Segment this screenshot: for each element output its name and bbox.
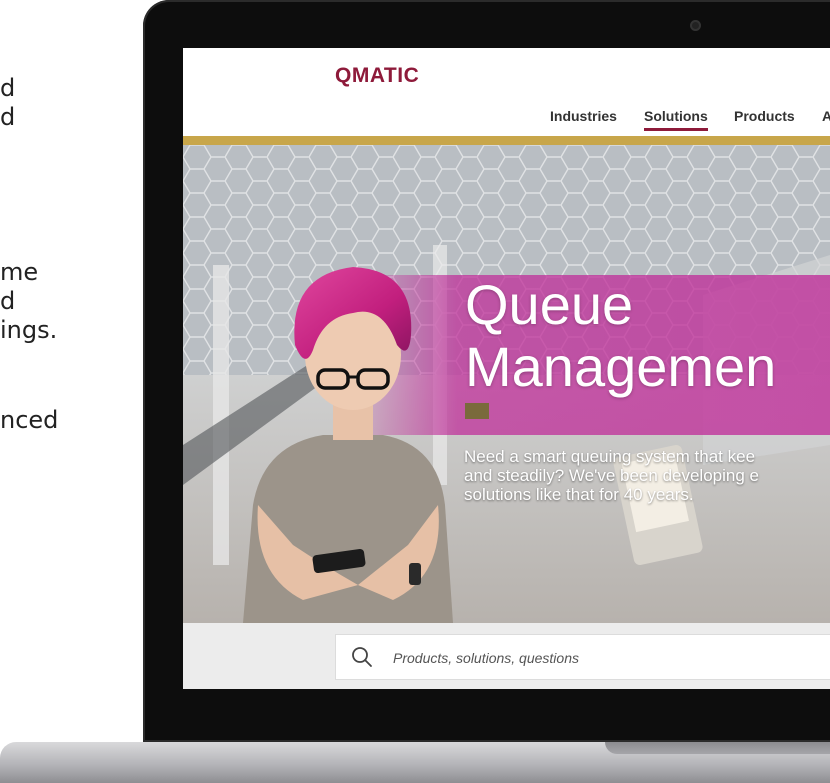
nav-item-a[interactable]: A (822, 108, 830, 124)
side-text-line: nced (0, 406, 59, 434)
nav-item-products[interactable]: Products (734, 108, 795, 124)
hero-banner: Queue Managemen Need a smart queuing sys… (183, 145, 830, 623)
nav-item-solutions[interactable]: Solutions (644, 108, 708, 131)
side-text-line: d (0, 287, 16, 315)
laptop-base-notch (605, 742, 830, 754)
hero-title-line-1: Queue (465, 273, 634, 336)
hero-subtitle-line-2: and steadily? We've been developing e (464, 466, 759, 485)
search-strip (183, 623, 830, 689)
header-accent-bar (183, 136, 830, 145)
hero-subtitle-line-1: Need a smart queuing system that kee (464, 447, 756, 466)
side-text-line: ings. (0, 316, 58, 344)
side-text-line: me (0, 258, 39, 286)
site-header: QMATIC Industries Solutions Products A (183, 48, 830, 138)
camera-icon (690, 20, 701, 31)
side-text-line: d (0, 103, 16, 131)
side-text-line: d (0, 74, 16, 102)
nav-item-industries[interactable]: Industries (550, 108, 617, 124)
laptop-screen: QMATIC Industries Solutions Products A Q… (183, 48, 830, 689)
hero-subtitle: Need a smart queuing system that kee and… (464, 447, 830, 504)
search-icon[interactable] (350, 645, 374, 669)
hero-subtitle-line-3: solutions like that for 40 years. (464, 485, 694, 504)
qmatic-logo[interactable]: QMATIC (335, 64, 419, 88)
search-box[interactable] (335, 634, 830, 680)
hero-title-line-2: Managemen (465, 335, 777, 398)
hero-title: Queue Managemen (465, 277, 776, 395)
search-input[interactable] (391, 645, 825, 671)
